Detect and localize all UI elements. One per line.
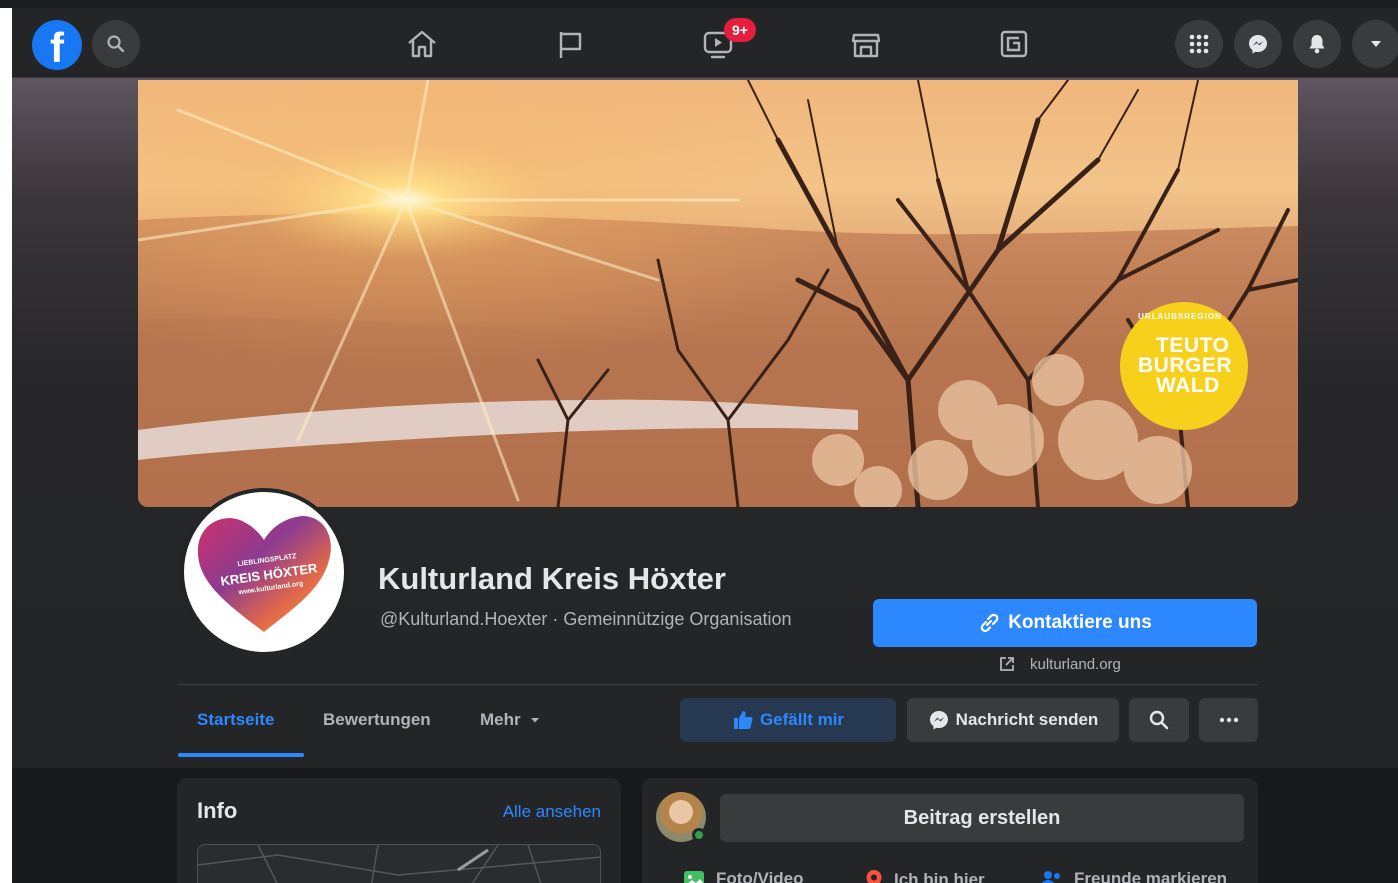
menu-grid-icon	[1189, 34, 1209, 54]
online-status-dot	[692, 828, 706, 842]
header-divider	[178, 684, 1258, 685]
thumbs-up-icon	[733, 711, 753, 729]
window-top-strip	[0, 0, 1398, 8]
top-navigation-bar: f 9+	[12, 8, 1398, 78]
page-search-button[interactable]	[1129, 698, 1189, 742]
map-roads-image	[198, 845, 600, 883]
more-dots-icon	[1219, 717, 1238, 723]
tab-mehr[interactable]: Mehr	[480, 710, 541, 730]
tab-startseite[interactable]: Startseite	[197, 710, 274, 730]
create-post-card: Beitrag erstellen Foto/Video Ich bin hie…	[642, 778, 1258, 883]
more-options-button[interactable]	[1199, 698, 1258, 742]
website-link[interactable]: kulturland.org	[998, 655, 1121, 673]
tag-friends-button[interactable]: Freunde markieren	[1040, 868, 1227, 883]
page-title: Kulturland Kreis Höxter	[378, 561, 726, 596]
search-button[interactable]	[92, 20, 140, 68]
teutoburger-wald-badge: URLAUBSREGION TEUTO BURGER WALD	[1120, 302, 1248, 430]
nav-pages[interactable]	[550, 24, 590, 64]
badge-line-3: WALD	[1156, 374, 1220, 397]
location-pin-icon	[866, 870, 882, 883]
nav-home[interactable]	[402, 24, 442, 64]
caret-down-icon	[530, 718, 539, 723]
messenger-icon	[1249, 35, 1267, 54]
info-card-title: Info	[197, 798, 238, 823]
facebook-page-window: f 9+ URLAUBSREGION TEUTO BURGER WALD LIE…	[12, 8, 1398, 883]
send-message-label: Nachricht senden	[955, 710, 1099, 729]
marketplace-icon	[851, 33, 881, 58]
nav-gaming[interactable]	[994, 24, 1034, 64]
contact-button[interactable]: Kontaktiere uns	[873, 599, 1257, 647]
search-icon	[1149, 710, 1169, 730]
page-avatar[interactable]: LIEBLINGSPLATZ KREIS HÖXTER www.kulturla…	[180, 488, 348, 656]
tab-bewertungen[interactable]: Bewertungen	[323, 710, 431, 730]
home-icon	[408, 30, 436, 58]
tag-friends-icon	[1041, 871, 1060, 883]
active-tab-indicator	[178, 753, 304, 757]
see-all-link[interactable]: Alle ansehen	[503, 802, 601, 822]
contact-button-label: Kontaktiere uns	[1008, 612, 1152, 633]
page-subtitle: @Kulturland.Hoexter · Gemeinnützige Orga…	[380, 609, 792, 629]
create-post-button[interactable]: Beitrag erstellen	[720, 794, 1244, 842]
link-icon	[980, 613, 999, 633]
checkin-button[interactable]: Ich bin hier	[864, 868, 985, 883]
like-button[interactable]: Gefällt mir	[680, 698, 896, 742]
messenger-button[interactable]	[1234, 20, 1282, 68]
photo-video-button[interactable]: Foto/Video	[682, 868, 804, 883]
account-menu-button[interactable]	[1352, 20, 1398, 68]
flag-icon	[559, 32, 582, 58]
photo-icon	[684, 871, 704, 883]
cover-photo: URLAUBSREGION TEUTO BURGER WALD	[138, 80, 1298, 507]
info-card: Info Alle ansehen	[177, 778, 621, 883]
checkin-label: Ich bin hier	[894, 870, 985, 883]
send-message-button[interactable]: Nachricht senden	[907, 698, 1119, 742]
map-thumbnail[interactable]	[197, 844, 601, 883]
tab-mehr-label: Mehr	[480, 710, 521, 729]
photo-video-label: Foto/Video	[716, 869, 804, 883]
search-icon	[107, 35, 125, 53]
menu-button[interactable]	[1175, 20, 1223, 68]
create-post-label: Beitrag erstellen	[903, 806, 1061, 829]
like-button-label: Gefällt mir	[759, 710, 845, 729]
badge-small-text: URLAUBSREGION	[1138, 312, 1222, 321]
notifications-button[interactable]	[1293, 20, 1341, 68]
external-link-icon	[1000, 657, 1014, 671]
gaming-icon	[1000, 30, 1028, 58]
notification-badge: 9+	[724, 18, 756, 42]
cover-area: URLAUBSREGION TEUTO BURGER WALD	[12, 78, 1398, 768]
nav-marketplace[interactable]	[846, 24, 886, 64]
logo-letter: f	[50, 24, 64, 70]
bell-icon	[1309, 35, 1325, 54]
badge-line-1: TEUTO	[1156, 334, 1230, 357]
cover-landscape-image	[138, 80, 1298, 507]
badge-line-2: BURGER	[1138, 354, 1233, 377]
messenger-icon	[929, 711, 948, 730]
tag-friends-label: Freunde markieren	[1074, 869, 1228, 883]
facebook-logo-icon[interactable]: f	[32, 20, 82, 70]
caret-down-icon	[1371, 41, 1381, 47]
website-label: kulturland.org	[1030, 655, 1121, 673]
